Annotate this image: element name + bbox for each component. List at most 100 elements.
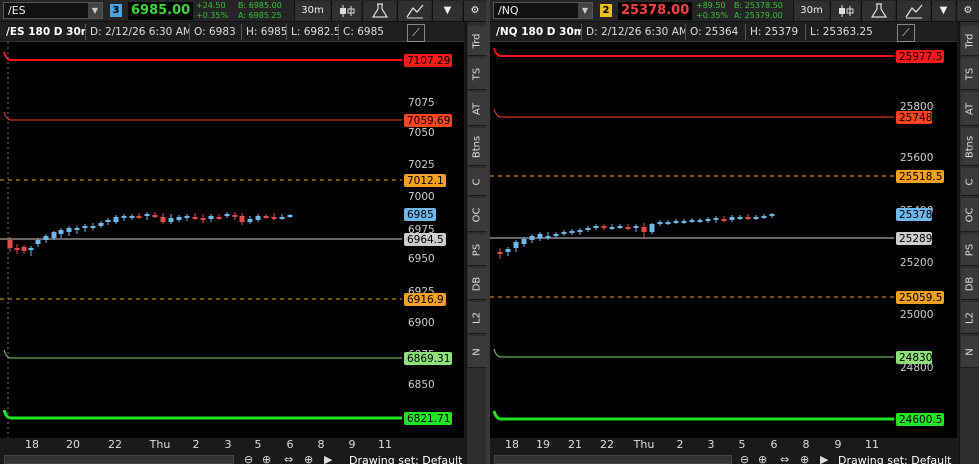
- price-label: 24600.5: [899, 414, 942, 426]
- candle-body: [136, 216, 142, 218]
- price-label: 25059.5: [899, 292, 942, 304]
- price-chart[interactable]: 25800256002540025200250002480025977.5257…: [490, 42, 957, 438]
- gear-icon[interactable]: ⚙: [463, 1, 486, 21]
- candle-body: [263, 216, 269, 218]
- drawing-set-label[interactable]: Drawing set: Default: [349, 454, 462, 464]
- candle-body: [649, 224, 655, 232]
- side-tab-trd[interactable]: Trd: [468, 26, 486, 56]
- link-group-badge[interactable]: 2: [600, 4, 612, 17]
- side-tab-l2[interactable]: L2: [468, 302, 486, 334]
- symbol-text: /NQ: [498, 4, 519, 17]
- crosshair-icon[interactable]: ⊕: [800, 453, 809, 464]
- chevron-down-icon[interactable]: ▼: [578, 3, 592, 18]
- net-change: +89.50 +0.35%: [696, 1, 728, 21]
- price-label: 6985: [407, 209, 434, 221]
- side-tab-ps[interactable]: PS: [961, 234, 979, 266]
- candle-body: [113, 217, 119, 222]
- side-tab-n[interactable]: N: [961, 336, 979, 368]
- price-label: 25289: [899, 233, 932, 245]
- dropdown-menu-button[interactable]: ▼: [432, 1, 462, 21]
- x-tick-label: 3: [707, 438, 715, 451]
- side-tab-label: AT: [471, 102, 483, 115]
- zoom-in-icon[interactable]: ⊕: [262, 453, 271, 464]
- zoom-out-icon[interactable]: ⊖: [740, 453, 749, 464]
- candle-body: [200, 218, 206, 220]
- side-tab-oc[interactable]: OC: [961, 198, 979, 232]
- candle-body: [239, 216, 245, 222]
- chevron-down-icon[interactable]: ▼: [88, 3, 102, 18]
- timeframe-button[interactable]: 30m: [793, 1, 829, 21]
- side-tab-bar: Trd TS AT Btns C OC PS DB L2 N: [959, 22, 979, 464]
- flask-icon[interactable]: [861, 1, 895, 21]
- side-tab-label: N: [471, 347, 483, 356]
- gear-icon[interactable]: ⚙: [956, 1, 979, 21]
- time-scrollbar[interactable]: [4, 455, 234, 464]
- zoom-out-icon[interactable]: ⊖: [244, 453, 253, 464]
- candle-style-icon[interactable]: [331, 1, 361, 21]
- play-icon[interactable]: ▶: [820, 453, 828, 464]
- expand-icon[interactable]: ⇔: [284, 453, 293, 464]
- candle-body: [74, 228, 80, 230]
- chart-canvas[interactable]: 25800256002540025200250002480025977.5257…: [490, 42, 957, 438]
- crosshair-icon[interactable]: ⊕: [304, 453, 313, 464]
- candle-body: [216, 217, 222, 219]
- x-tick-label: 6: [770, 438, 778, 451]
- candle-body: [66, 228, 72, 232]
- side-tab-n[interactable]: N: [468, 336, 486, 368]
- side-tab-db[interactable]: DB: [468, 268, 486, 300]
- zoom-in-icon[interactable]: ⊕: [758, 453, 767, 464]
- drawing-set-label[interactable]: Drawing set: Default: [838, 454, 951, 464]
- net-change: +24.50 +0.35%: [196, 1, 228, 21]
- side-tab-c[interactable]: C: [468, 168, 486, 196]
- side-tab-at[interactable]: AT: [468, 92, 486, 126]
- candle-body: [729, 217, 735, 220]
- symbol-selector[interactable]: /NQ ▼: [493, 2, 593, 19]
- side-tab-ps[interactable]: PS: [468, 234, 486, 266]
- candle-body: [192, 217, 198, 219]
- candle-style-icon[interactable]: [830, 1, 860, 21]
- side-tab-ts[interactable]: TS: [468, 58, 486, 90]
- dropdown-menu-button[interactable]: ▼: [931, 1, 955, 21]
- y-tick-label: 6950: [408, 253, 435, 265]
- side-tab-label: N: [964, 347, 976, 356]
- expand-icon[interactable]: ⇔: [780, 453, 789, 464]
- drawing-tools-icon[interactable]: [896, 1, 930, 21]
- change-percent: +0.35%: [696, 11, 729, 20]
- candle-body: [82, 226, 88, 228]
- x-tick-label: 21: [568, 438, 582, 451]
- side-tab-at[interactable]: AT: [961, 92, 979, 126]
- side-tab-db[interactable]: DB: [961, 268, 979, 300]
- symbol-selector[interactable]: /ES ▼: [3, 2, 103, 19]
- play-icon[interactable]: ▶: [324, 453, 332, 464]
- price-label: 6869.31: [407, 353, 450, 365]
- x-tick-label: 22: [600, 438, 614, 451]
- side-tab-label: PS: [471, 243, 483, 256]
- timeframe-button[interactable]: 30m: [294, 1, 330, 21]
- side-tab-btns[interactable]: Btns: [961, 128, 979, 166]
- chart-canvas[interactable]: 7075705070257000697569506925690068756850…: [0, 42, 464, 438]
- side-tab-l2[interactable]: L2: [961, 302, 979, 334]
- link-group-badge[interactable]: 3: [110, 4, 122, 17]
- side-tab-btns[interactable]: Btns: [468, 128, 486, 166]
- candle-body: [98, 223, 104, 226]
- drawing-tools-icon[interactable]: [397, 1, 431, 21]
- candle-body: [601, 226, 607, 228]
- time-scrollbar[interactable]: [494, 455, 732, 464]
- side-tab-oc[interactable]: OC: [468, 198, 486, 232]
- y-tick-label: 7075: [408, 97, 435, 109]
- candle-body: [745, 217, 751, 219]
- side-tab-trd[interactable]: Trd: [961, 26, 979, 56]
- price-label: 24830: [899, 352, 932, 364]
- flask-icon[interactable]: [362, 1, 396, 21]
- side-tab-c[interactable]: C: [961, 168, 979, 196]
- study-line-start: [492, 410, 501, 421]
- side-tab-ts[interactable]: TS: [961, 58, 979, 90]
- x-tick-label: 3: [224, 438, 232, 451]
- bar-low: L: 6982.5: [287, 24, 339, 40]
- pencil-line-icon[interactable]: ⟋: [407, 24, 425, 42]
- candle-body: [121, 216, 127, 218]
- price-chart[interactable]: 7075705070257000697569506925690068756850…: [0, 42, 464, 438]
- candle-body: [247, 219, 253, 222]
- price-label: 6916.9: [407, 294, 444, 306]
- pencil-line-icon[interactable]: ⟋: [897, 24, 915, 42]
